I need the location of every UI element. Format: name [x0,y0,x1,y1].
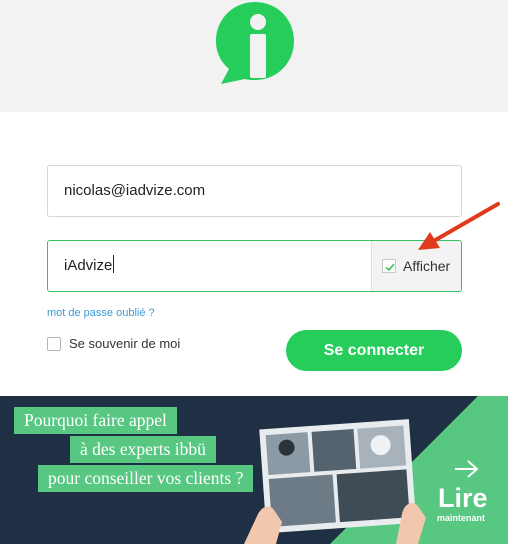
show-password-toggle[interactable]: Afficher [371,241,461,291]
forgot-password-link[interactable]: mot de passe oublié ? [47,307,155,319]
checkmark-icon [385,263,395,272]
login-button[interactable]: Se connecter [286,330,462,371]
show-password-label: Afficher [403,258,451,274]
promo-banner[interactable]: Pourquoi faire appel à des experts ibbü … [0,396,508,544]
arrow-right-icon [455,460,479,478]
text-caret [113,255,115,273]
remember-me-label: Se souvenir de moi [69,336,181,351]
read-now-cta[interactable]: Lire maintenant [420,458,508,544]
banner-headline-line-1: Pourquoi faire appel [14,407,177,434]
banner-headline-line-3: pour conseiller vos clients ? [38,465,254,492]
remember-me-checkbox[interactable] [47,337,61,351]
iadvize-logo-icon [216,2,294,84]
cta-main-label: Lire [438,483,488,513]
password-field[interactable]: iAdvize Afficher [47,240,462,292]
cta-sub-label: maintenant [437,513,486,523]
show-password-checkbox[interactable] [382,259,396,273]
email-field[interactable]: nicolas@iadvize.com [47,165,462,217]
header-area [0,0,508,112]
email-value: nicolas@iadvize.com [64,182,206,199]
password-value: iAdvize [64,255,115,274]
login-card: nicolas@iadvize.com iAdvize Afficher mot… [0,112,508,396]
banner-headline-line-2: à des experts ibbü [70,436,216,463]
